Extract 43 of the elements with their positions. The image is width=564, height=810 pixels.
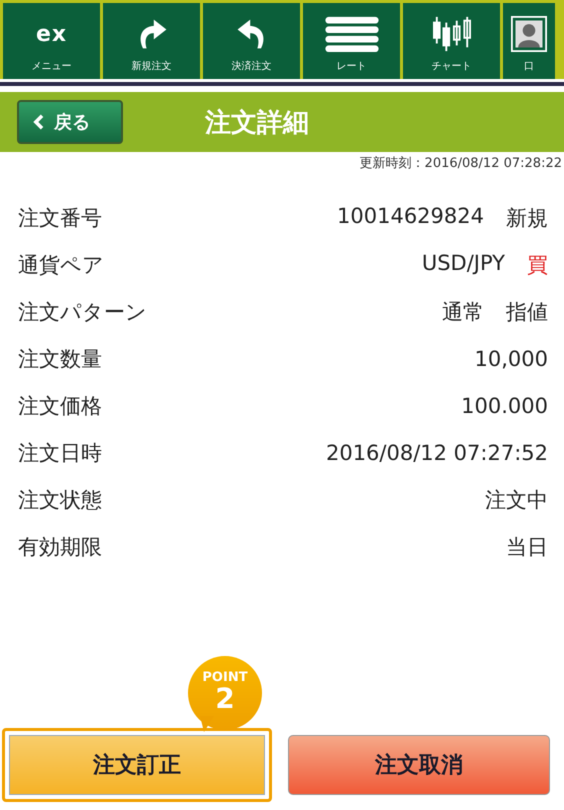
back-button[interactable]: 戻る [17,100,123,144]
field-value: USD/JPY [422,250,505,276]
field-value: 当日 [506,534,548,560]
person-icon [511,15,547,53]
point-number: 2 [215,685,235,713]
field-label: 通貨ペア [18,252,104,278]
toolbar-label: 新規注文 [132,60,172,73]
field-label: 注文日時 [18,440,102,466]
point-label: POINT [202,670,248,685]
field-value: 10014629824 [337,204,484,230]
field-value: 新規 [506,204,548,232]
toolbar-button[interactable]: 決済注文 [203,3,300,79]
page-title: 注文詳細 [205,106,309,140]
toolbar-label: 決済注文 [232,60,272,73]
field-label: 注文価格 [18,392,102,420]
field-label: 有効期限 [18,534,102,560]
field-value: 買 [527,252,548,278]
field-label: 注文数量 [18,346,102,372]
logo: ex [36,22,68,46]
modify-order-button[interactable]: 注文訂正 [2,728,272,802]
toolbar-label: メニュー [32,60,72,73]
toolbar-label: チャート [432,60,472,73]
field-value: 指値 [506,298,548,326]
field-value: 2016/08/12 07:27:52 [326,440,548,464]
field-label: 注文番号 [18,204,102,232]
list-icon [322,15,380,53]
field-label: 注文状態 [18,486,102,514]
toolbar-button[interactable]: チャート [403,3,500,79]
field-value: 通常 [442,298,484,326]
candlestick-chart-icon [430,15,472,53]
toolbar-label: レート [336,60,366,73]
field-value: 10,000 [474,346,548,370]
toolbar-label: 口 [524,60,534,73]
update-time: 更新時刻：2016/08/12 07:28:22 [360,155,563,172]
toolbar-button[interactable]: レート [303,3,400,79]
chevron-left-icon [33,114,44,130]
field-value: 100.000 [461,394,548,418]
toolbar-button[interactable]: ex メニュー [3,3,100,79]
cancel-order-button[interactable]: 注文取消 [288,735,550,795]
field-value: 注文中 [485,486,548,514]
field-label: 注文パターン [18,298,147,326]
toolbar-button[interactable]: 口 [503,3,555,79]
toolbar-button[interactable]: 新規注文 [103,3,200,79]
